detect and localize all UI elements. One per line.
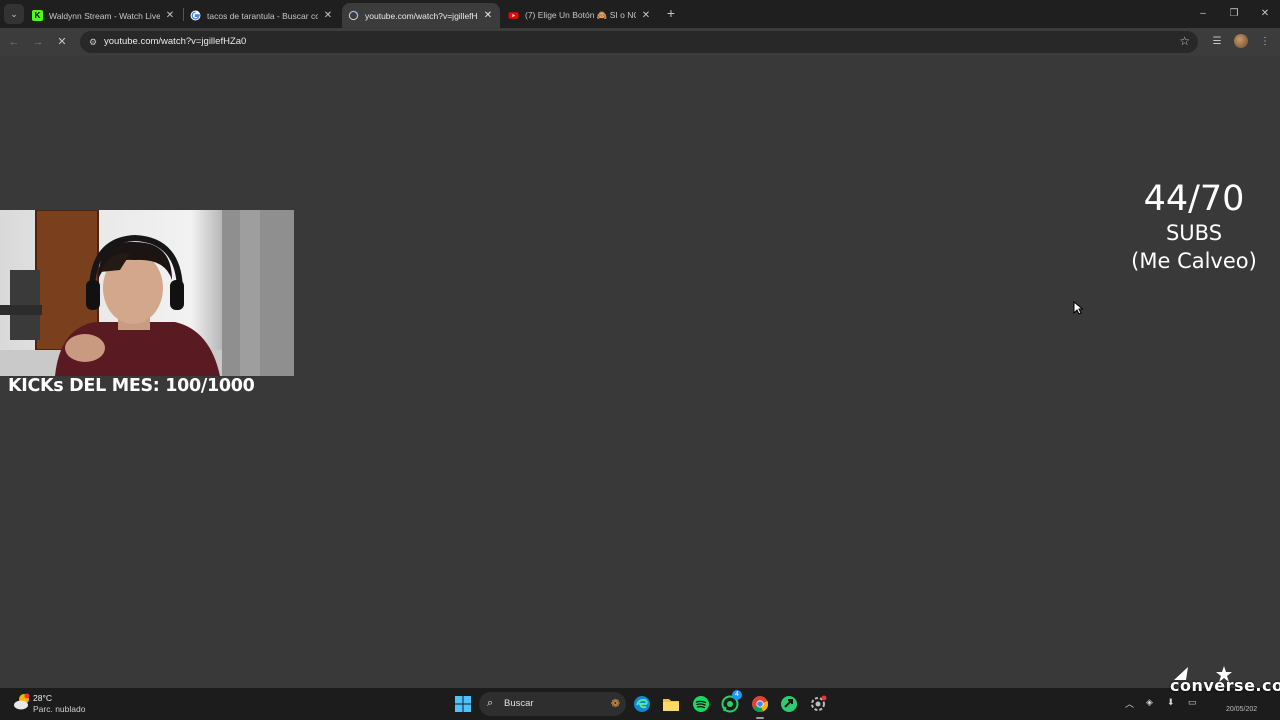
edge-icon[interactable] bbox=[632, 694, 652, 714]
search-highlight-icon: ❁ bbox=[610, 698, 620, 710]
subs-note: (Me Calveo) bbox=[1131, 249, 1257, 273]
close-icon[interactable]: ✕ bbox=[482, 10, 494, 21]
subs-count: 44/70 bbox=[1143, 179, 1245, 219]
google-icon bbox=[190, 10, 201, 21]
address-bar[interactable]: ⚙ youtube.com/watch?v=jgillefHZa0 ☆ bbox=[80, 31, 1198, 53]
webcam-overlay bbox=[0, 210, 294, 376]
close-icon[interactable]: ✕ bbox=[322, 10, 334, 21]
search-placeholder: Buscar bbox=[504, 698, 534, 709]
url-text[interactable]: youtube.com/watch?v=jgillefHZa0 bbox=[104, 36, 246, 47]
close-window-button[interactable]: ✕ bbox=[1250, 4, 1280, 24]
weather-cloud-icon[interactable] bbox=[12, 692, 32, 712]
arrow-right-icon: → bbox=[32, 36, 44, 48]
file-explorer-icon[interactable] bbox=[661, 694, 681, 714]
back-button[interactable]: ← bbox=[5, 33, 23, 51]
kick-icon: K bbox=[32, 10, 43, 21]
tab-search-button[interactable]: ⌄ bbox=[4, 4, 24, 24]
subs-goal: 44/70 SUBS (Me Calveo) bbox=[1124, 178, 1264, 275]
windows-start-icon[interactable] bbox=[455, 696, 471, 712]
tab-title: youtube.com/watch?v=jgillefHZ bbox=[365, 10, 478, 21]
stop-loading-button[interactable]: ✕ bbox=[53, 33, 71, 51]
notification-badge: 4 bbox=[732, 690, 742, 700]
site-info-icon[interactable]: ⚙ bbox=[87, 36, 99, 48]
kicks-goal-text: KICKs DEL MES: 100/1000 bbox=[8, 376, 255, 396]
bookmark-star-icon[interactable]: ☆ bbox=[1179, 34, 1190, 48]
subs-label: SUBS bbox=[1165, 221, 1223, 245]
taskbar: 28°C Parc. nublado ⌕ Buscar ❁ 4 ︿ ◈ ⬇ ▭ bbox=[0, 688, 1280, 720]
settings-icon[interactable] bbox=[808, 694, 828, 714]
youtube-icon bbox=[508, 10, 519, 21]
weather-temperature[interactable]: 28°C bbox=[33, 693, 52, 703]
weather-description[interactable]: Parc. nublado bbox=[33, 704, 85, 714]
clock-date: 20/05/202 bbox=[1226, 706, 1258, 713]
whatsapp-icon[interactable]: 4 bbox=[720, 690, 742, 714]
close-icon[interactable]: ✕ bbox=[164, 10, 176, 21]
close-icon: ✕ bbox=[57, 36, 67, 48]
webcam-image bbox=[0, 210, 294, 376]
media-controls-icon[interactable]: ☰ bbox=[1208, 33, 1226, 51]
maximize-button[interactable]: ❐ bbox=[1219, 4, 1249, 24]
spotify-icon[interactable] bbox=[691, 694, 711, 714]
network-icon[interactable]: ⬇ bbox=[1167, 697, 1175, 708]
tab-strip: ⌄ K Waldynn Stream - Watch Live o ✕ taco… bbox=[0, 0, 1280, 28]
tab-title: (7) Elige Un Botón 🙈 SI o NO | bbox=[525, 10, 636, 20]
new-tab-button[interactable]: + bbox=[663, 5, 679, 21]
tab-title: tacos de tarantula - Buscar con bbox=[207, 10, 318, 21]
chrome-icon[interactable] bbox=[750, 694, 770, 719]
taskbar-search[interactable]: ⌕ Buscar ❁ bbox=[479, 692, 626, 716]
search-icon: ⌕ bbox=[487, 697, 494, 709]
minimize-button[interactable]: – bbox=[1188, 4, 1218, 24]
loading-globe-icon bbox=[348, 10, 359, 21]
app-icon[interactable] bbox=[779, 694, 799, 714]
watermark-logo bbox=[1174, 666, 1232, 682]
tab-title: Waldynn Stream - Watch Live o bbox=[49, 10, 160, 21]
mouse-cursor-icon bbox=[1073, 301, 1083, 315]
avatar[interactable] bbox=[1234, 34, 1248, 48]
arrow-left-icon: ← bbox=[8, 36, 20, 48]
browser-toolbar: ← → ✕ ⚙ youtube.com/watch?v=jgillefHZa0 … bbox=[0, 28, 1280, 56]
monitor-icon[interactable]: ▭ bbox=[1188, 697, 1197, 708]
tab-waldynn-stream[interactable]: K Waldynn Stream - Watch Live o ✕ bbox=[26, 3, 182, 28]
tab-tacos-search[interactable]: tacos de tarantula - Buscar con ✕ bbox=[184, 3, 340, 28]
tab-youtube-watch[interactable]: youtube.com/watch?v=jgillefHZ ✕ bbox=[342, 3, 500, 28]
forward-button[interactable]: → bbox=[29, 33, 47, 51]
tab-elige-un-boton[interactable]: (7) Elige Un Botón 🙈 SI o NO | ✕ bbox=[502, 3, 658, 28]
more-menu-icon[interactable]: ⋮ bbox=[1256, 33, 1274, 51]
close-icon[interactable]: ✕ bbox=[640, 10, 652, 21]
security-icon[interactable]: ◈ bbox=[1146, 697, 1153, 708]
chevron-up-icon[interactable]: ︿ bbox=[1125, 697, 1134, 710]
chevron-down-icon: ⌄ bbox=[10, 8, 18, 19]
